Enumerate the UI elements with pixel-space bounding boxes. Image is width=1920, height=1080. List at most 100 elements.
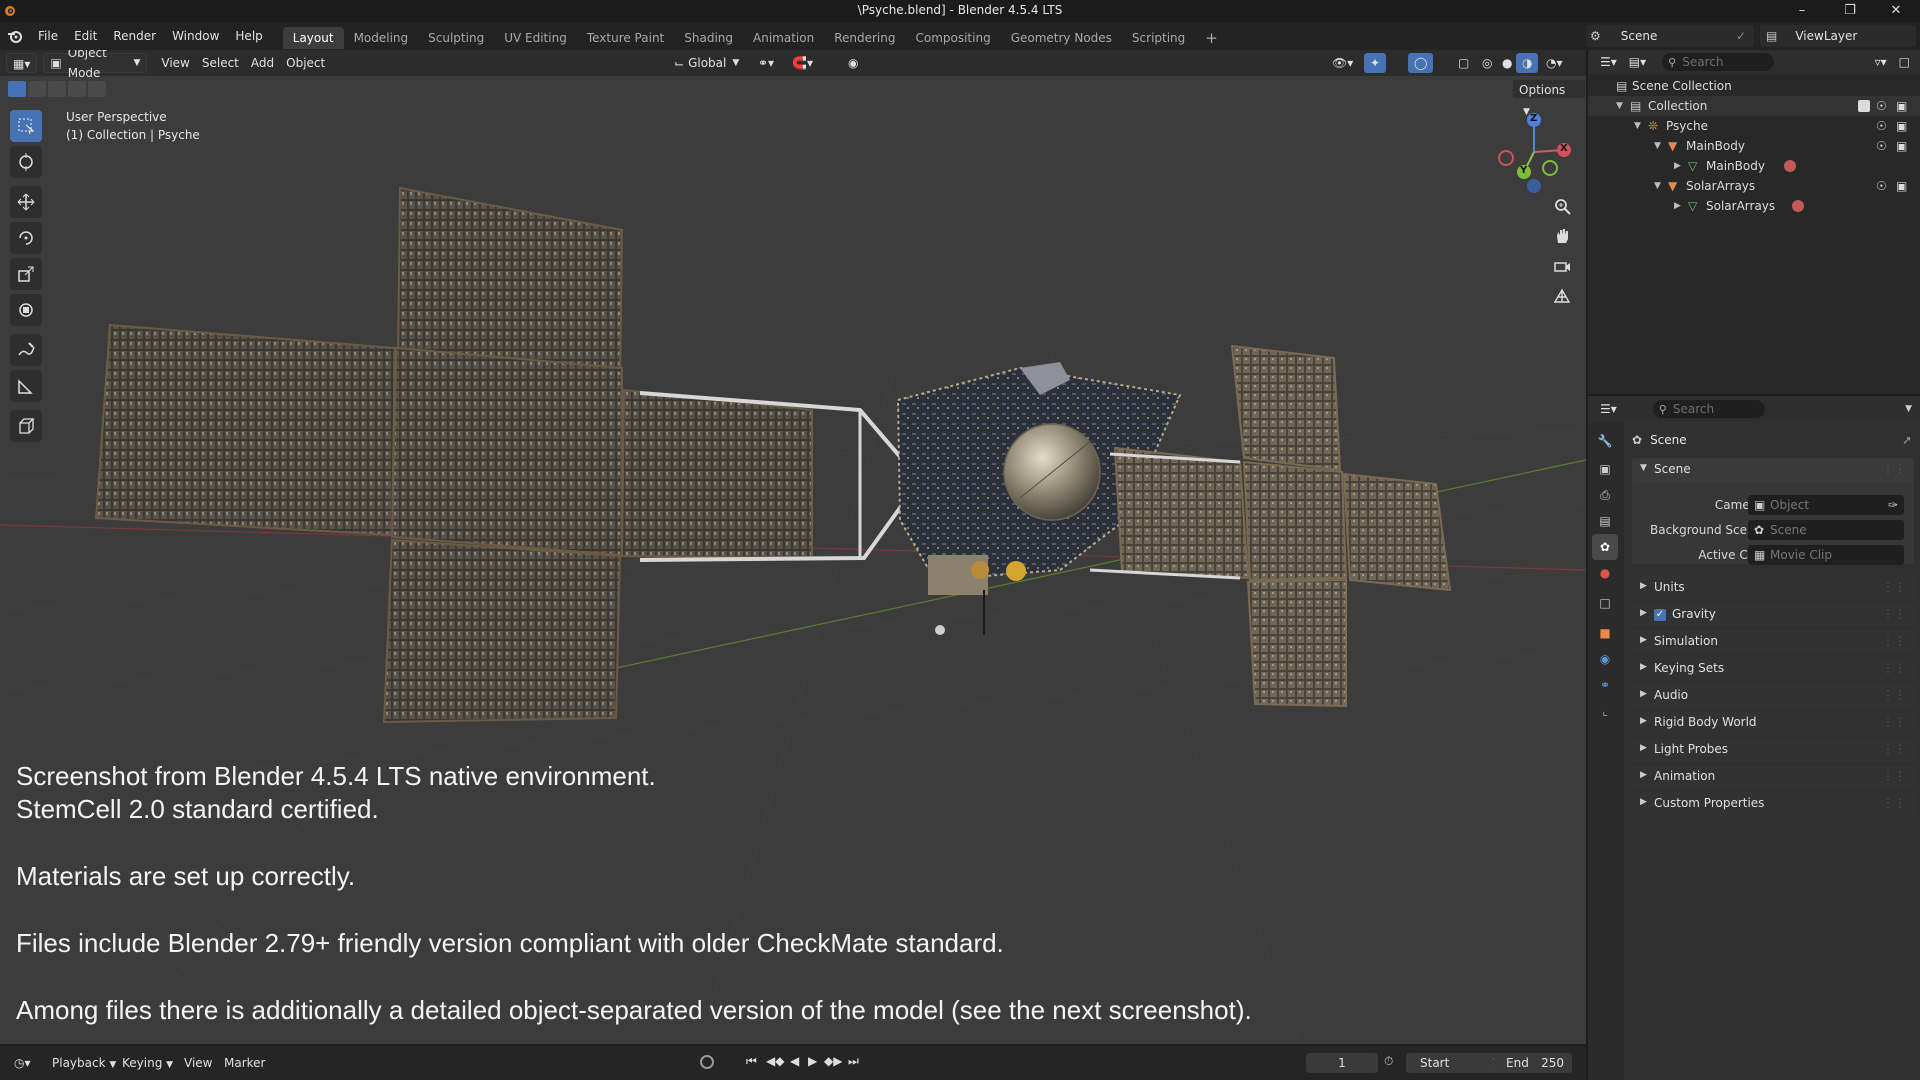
chevron-down-icon[interactable]: ▼ (1654, 136, 1661, 156)
panel-audio[interactable]: ▶ Audio ⋮⋮ (1632, 684, 1914, 708)
menu-file[interactable]: File (30, 22, 66, 50)
add-workspace-icon[interactable]: + (1195, 27, 1228, 49)
menu-view[interactable]: View (155, 53, 195, 73)
eye-icon[interactable]: ☉ (1876, 136, 1887, 156)
scene-tab-icon[interactable]: ✿ (1592, 534, 1618, 560)
cursor-tool-icon[interactable] (10, 146, 42, 178)
3d-viewport[interactable]: ▦▾ ▣ Object Mode ▼ View Select Add Objec… (0, 50, 1586, 1044)
panel-gravity[interactable]: ▶ ✓ Gravity ⋮⋮ (1632, 603, 1914, 627)
outliner-row-scene-collection[interactable]: ▤ Scene Collection (1588, 76, 1920, 96)
drag-handle-icon[interactable]: ⋮⋮ (1882, 462, 1906, 476)
eye-icon[interactable]: ☉ (1876, 176, 1887, 196)
data-tab-icon[interactable]: ⌞ (1592, 698, 1618, 724)
tab-layout[interactable]: Layout (282, 27, 344, 49)
camera-icon[interactable]: ▣ (1896, 136, 1907, 156)
menu-object[interactable]: Object (280, 53, 331, 73)
panel-simulation[interactable]: ▶ Simulation ⋮⋮ (1632, 630, 1914, 654)
blender-menu-icon[interactable] (0, 22, 30, 50)
editor-type-icon[interactable]: ☰▾ (1594, 52, 1623, 72)
outliner-row-collection[interactable]: ▼ ▤ Collection ☉ ▣ (1588, 96, 1920, 116)
gizmo-toggle-icon[interactable]: ✦ (1364, 53, 1387, 73)
overlay-toggle-icon[interactable]: ◯ (1408, 53, 1434, 73)
tab-animation[interactable]: Animation (743, 27, 824, 49)
object-tab-icon[interactable]: ■ (1592, 620, 1618, 646)
drag-handle-icon[interactable]: ⋮⋮ (1882, 715, 1906, 729)
background-scene-field[interactable]: ✿ Scene (1748, 520, 1904, 540)
menu-edit[interactable]: Edit (66, 22, 105, 50)
camera-icon[interactable]: ▣ (1896, 176, 1907, 196)
jump-start-icon[interactable]: ⏮ (746, 1054, 757, 1069)
editor-type-icon[interactable]: ◷▾ (8, 1053, 37, 1073)
drag-handle-icon[interactable]: ⋮⋮ (1882, 742, 1906, 756)
tab-rendering[interactable]: Rendering (824, 27, 905, 49)
camera-icon[interactable]: ▣ (1896, 96, 1907, 116)
menu-add[interactable]: Add (245, 53, 280, 73)
menu-window[interactable]: Window (164, 22, 227, 50)
camera-field[interactable]: ▣ Object ✑ (1748, 495, 1904, 515)
select-extend-icon[interactable] (28, 81, 46, 97)
scene-panel-header[interactable]: ▼ Scene ⋮⋮ (1632, 458, 1914, 482)
drag-handle-icon[interactable]: ⋮⋮ (1882, 661, 1906, 675)
collection-tab-icon[interactable]: □ (1592, 590, 1618, 616)
end-frame-field[interactable]: End 250 (1494, 1053, 1572, 1073)
panel-custom-properties[interactable]: ▶ Custom Properties ⋮⋮ (1632, 792, 1914, 816)
pivot-icon[interactable]: ⚭▾ (752, 53, 780, 73)
select-intersect-icon[interactable] (88, 81, 106, 97)
chevron-down-icon[interactable]: ▼ (1634, 116, 1641, 136)
view-layer-selector[interactable]: ▤ ViewLayer (1760, 25, 1916, 47)
pan-hand-icon[interactable] (1548, 222, 1576, 250)
zoom-icon[interactable] (1548, 192, 1576, 220)
output-tab-icon[interactable]: ⎙ (1592, 482, 1618, 508)
eyedropper-icon[interactable]: ✑ (1888, 495, 1898, 515)
tab-shading[interactable]: Shading (674, 27, 743, 49)
auto-keying-icon[interactable] (700, 1055, 714, 1069)
menu-view[interactable]: View (178, 1053, 218, 1073)
camera-view-icon[interactable] (1548, 252, 1576, 280)
outliner-row-solararrays-mesh[interactable]: ▶ ▽ SolarArrays (1588, 196, 1920, 216)
chevron-right-icon[interactable]: ▶ (1674, 156, 1681, 176)
tab-scripting[interactable]: Scripting (1122, 27, 1195, 49)
next-keyframe-icon[interactable]: ◆▶ (824, 1054, 842, 1068)
drag-handle-icon[interactable]: ⋮⋮ (1882, 607, 1906, 621)
tab-compositing[interactable]: Compositing (905, 27, 1000, 49)
render-tab-icon[interactable]: ▣ (1592, 456, 1618, 482)
tab-modeling[interactable]: Modeling (344, 27, 419, 49)
constraints-tab-icon[interactable]: ⚭ (1592, 672, 1618, 698)
snap-icon[interactable]: 🧲▾ (786, 53, 819, 73)
orientation-dropdown[interactable]: ⌙ Global ▼ (668, 53, 745, 73)
drag-handle-icon[interactable]: ⋮⋮ (1882, 769, 1906, 783)
proportional-icon[interactable]: ◉ (842, 53, 864, 73)
new-collection-icon[interactable]: □ (1893, 52, 1916, 72)
close-icon[interactable]: ✕ (1876, 0, 1916, 22)
editor-type-icon[interactable]: ▦▾ (6, 53, 38, 73)
select-new-icon[interactable] (8, 81, 26, 97)
current-frame-field[interactable]: 1 (1306, 1053, 1378, 1073)
filter-icon[interactable]: ▿▾ (1869, 52, 1893, 72)
checkbox-icon[interactable] (1858, 100, 1870, 112)
transform-tool-icon[interactable] (10, 294, 42, 326)
chevron-down-icon[interactable]: ▼ (1905, 404, 1912, 414)
measure-tool-icon[interactable] (10, 370, 42, 402)
menu-render[interactable]: Render (105, 22, 164, 50)
scene-selector[interactable]: ⚙ Scene ✓ (1586, 25, 1754, 47)
outliner-row-psyche[interactable]: ▼ ❊ Psyche ☉ ▣ (1588, 116, 1920, 136)
gravity-checkbox[interactable]: ✓ (1654, 609, 1666, 621)
drag-handle-icon[interactable]: ⋮⋮ (1882, 634, 1906, 648)
tab-sculpting[interactable]: Sculpting (418, 27, 494, 49)
drag-handle-icon[interactable]: ⋮⋮ (1882, 688, 1906, 702)
material-shading-icon[interactable]: ◑ (1516, 53, 1539, 73)
tab-texture-paint[interactable]: Texture Paint (577, 27, 674, 49)
tab-geometry-nodes[interactable]: Geometry Nodes (1001, 27, 1122, 49)
panel-units[interactable]: ▶ Units ⋮⋮ (1632, 576, 1914, 600)
camera-icon[interactable]: ▣ (1896, 116, 1907, 136)
annotate-tool-icon[interactable] (10, 334, 42, 366)
properties-search[interactable]: ⚲ Search (1652, 400, 1765, 418)
menu-keying[interactable]: Keying ▼ (116, 1053, 179, 1073)
move-tool-icon[interactable] (10, 186, 42, 218)
restore-icon[interactable]: ❐ (1830, 0, 1870, 22)
add-cube-tool-icon[interactable] (10, 410, 42, 442)
tool-tab-icon[interactable]: 🔧 (1592, 428, 1618, 454)
outliner-row-mainbody-mesh[interactable]: ▶ ▽ MainBody (1588, 156, 1920, 176)
chevron-right-icon[interactable]: ▶ (1674, 196, 1681, 216)
play-icon[interactable]: ▶ (808, 1054, 817, 1068)
